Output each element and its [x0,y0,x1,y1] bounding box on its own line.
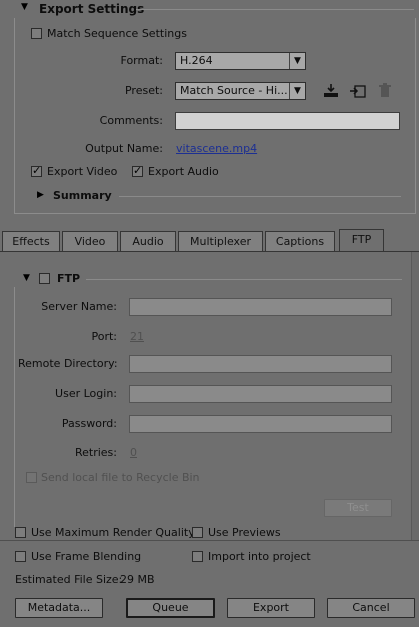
format-dropdown[interactable]: H.264 ▼ [175,52,306,70]
tab-multiplexer[interactable]: Multiplexer [178,231,263,251]
tab-ftp[interactable]: FTP [339,229,384,251]
collapse-ftp-icon[interactable]: ▼ [23,273,30,283]
tab-audio[interactable]: Audio [120,231,176,251]
ftp-group [14,287,410,527]
divider [119,196,401,197]
port-value[interactable]: 21 [130,330,144,344]
divider [86,279,402,280]
tab-captions[interactable]: Captions [265,231,335,251]
import-into-project-checkbox[interactable] [192,551,203,562]
use-previews-checkbox[interactable] [192,527,203,538]
test-button[interactable]: Test [324,499,392,517]
save-preset-icon[interactable] [322,83,340,99]
match-sequence-checkbox[interactable] [31,28,42,39]
ftp-scrollbar-track[interactable] [411,252,419,540]
chevron-down-icon: ▼ [289,83,305,99]
export-audio-checkbox[interactable] [132,164,143,177]
tab-video[interactable]: Video [62,231,118,251]
queue-button[interactable]: Queue [126,598,215,618]
use-previews-label: Use Previews [208,526,281,539]
max-render-quality-checkbox[interactable] [15,527,26,538]
output-name-label: Output Name: [85,142,163,155]
export-audio-label: Export Audio [148,165,219,178]
password-field[interactable] [129,415,392,433]
recycle-bin-label: Send local file to Recycle Bin [41,471,200,484]
summary-label[interactable]: Summary [53,189,112,203]
preset-dropdown[interactable]: Match Source - Hi... ▼ [175,82,306,100]
preset-label: Preset: [124,84,163,97]
remote-directory-label: Remote Directory: [18,357,118,370]
recycle-bin-checkbox[interactable] [26,472,37,483]
user-login-field[interactable] [129,385,392,403]
delete-preset-icon[interactable] [378,83,392,99]
format-label: Format: [120,54,163,67]
format-value: H.264 [180,54,213,67]
export-button[interactable]: Export [227,598,315,618]
import-preset-icon[interactable] [349,83,367,99]
chevron-down-icon: ▼ [289,53,305,69]
comments-field[interactable] [175,112,400,130]
server-name-label: Server Name: [41,300,117,313]
server-name-field[interactable] [129,298,392,316]
divider [136,9,414,10]
port-label: Port: [91,330,117,343]
export-settings-title: Export Settings [39,2,145,16]
estimated-file-size-label: Estimated File Size: [15,573,123,586]
metadata-button[interactable]: Metadata... [15,598,103,618]
max-render-quality-label: Use Maximum Render Quality [31,526,195,539]
remote-directory-field[interactable] [129,355,392,373]
frame-blending-checkbox[interactable] [15,551,26,562]
retries-label: Retries: [74,446,117,459]
output-name-link[interactable]: vitascene.mp4 [176,142,257,156]
frame-blending-label: Use Frame Blending [31,550,142,563]
tab-effects[interactable]: Effects [2,231,60,251]
export-video-label: Export Video [47,165,118,178]
match-sequence-label: Match Sequence Settings [47,27,187,40]
preset-value: Match Source - Hi... [180,84,288,97]
comments-label: Comments: [99,114,163,127]
collapse-export-settings-icon[interactable]: ▼ [21,2,28,12]
estimated-file-size-value: 29 MB [120,573,155,586]
cancel-button[interactable]: Cancel [327,598,415,618]
bottom-divider [0,540,419,541]
import-into-project-label: Import into project [208,550,311,563]
export-video-checkbox[interactable] [31,164,42,177]
ftp-title: FTP [57,272,81,285]
user-login-label: User Login: [55,387,117,400]
retries-value[interactable]: 0 [130,446,137,460]
expand-summary-icon[interactable]: ▶ [37,190,44,200]
ftp-enable-checkbox[interactable] [39,273,50,284]
password-label: Password: [61,417,117,430]
